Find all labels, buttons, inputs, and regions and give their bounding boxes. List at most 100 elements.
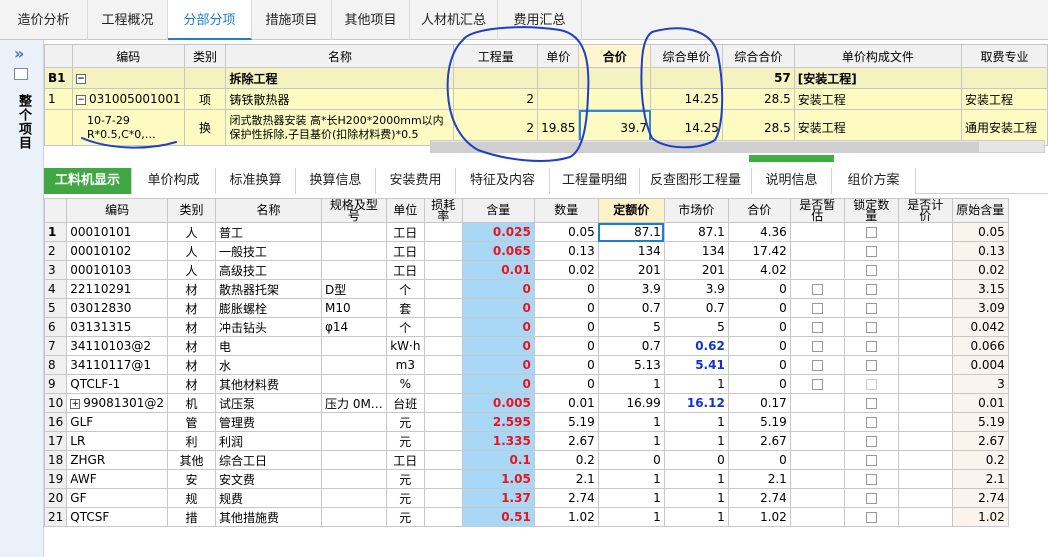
collapse-cell[interactable]: −: [71, 67, 185, 89]
table-row[interactable]: 5 03012830 材膨胀螺栓 M10 套 0 0 0.7 0.7 0 3.09: [43, 298, 1009, 318]
lock-qty-cell[interactable]: [843, 298, 899, 318]
pane-splitter[interactable]: [749, 155, 834, 162]
name-cell[interactable]: 一般技工: [215, 241, 322, 261]
provisional-cell[interactable]: [789, 412, 845, 432]
lock-qty-cell[interactable]: [843, 412, 899, 432]
tab-fee-summary[interactable]: 费用汇总: [498, 0, 582, 40]
checkbox[interactable]: [865, 360, 877, 371]
checkbox[interactable]: [865, 512, 877, 523]
tab-conversion-info[interactable]: 换算信息: [296, 168, 376, 194]
type-cell[interactable]: 换: [183, 109, 227, 146]
is-priced-cell[interactable]: [897, 298, 953, 318]
type-cell[interactable]: 材: [167, 317, 216, 337]
amount-cell[interactable]: 0: [533, 336, 599, 356]
code-cell[interactable]: LR: [66, 431, 168, 451]
spec-cell[interactable]: [321, 355, 387, 375]
lock-qty-cell[interactable]: [843, 336, 899, 356]
code-cell[interactable]: 03012830: [66, 298, 168, 318]
table-row[interactable]: 9 QTCLF-1 材其他材料费% 0 0 1 1 0 3: [43, 374, 1009, 394]
spec-cell[interactable]: [321, 412, 387, 432]
is-priced-cell[interactable]: [897, 222, 953, 242]
type-cell[interactable]: 机: [167, 393, 216, 413]
loss-rate-cell[interactable]: [423, 279, 463, 299]
loss-rate-cell[interactable]: [423, 393, 463, 413]
quota-price-cell[interactable]: 1: [597, 431, 665, 451]
unit-cell[interactable]: kW·h: [385, 336, 425, 356]
content-cell[interactable]: 0: [461, 374, 535, 394]
table-row[interactable]: 21 QTCSF 措其他措施费元 0.51 1.02 1 1 1.02 1.02: [43, 507, 1009, 527]
original-content-cell[interactable]: 3.09: [951, 298, 1009, 318]
spec-cell[interactable]: M10: [321, 298, 387, 318]
spec-cell[interactable]: [321, 222, 387, 242]
checkbox[interactable]: [865, 284, 877, 295]
checkbox[interactable]: [865, 303, 877, 314]
tab-description[interactable]: 说明信息: [752, 168, 832, 194]
table-row[interactable]: 3 00010103 人高级技工 工日 0.01 0.02 201 201 4.02 0.02: [43, 260, 1009, 280]
total-cell[interactable]: 0: [727, 298, 791, 318]
quota-price-cell[interactable]: 5.13: [597, 355, 665, 375]
tab-cost-analysis[interactable]: 造价分析: [0, 0, 88, 40]
market-price-cell[interactable]: 5.41: [663, 355, 729, 375]
type-cell[interactable]: 材: [167, 279, 216, 299]
quota-price-cell[interactable]: 1: [597, 412, 665, 432]
is-priced-cell[interactable]: [897, 412, 953, 432]
type-cell[interactable]: 人: [167, 241, 216, 261]
table-row[interactable]: 19 AWF 安安文费元 1.05 2.1 1 1 2.1 2.1: [43, 469, 1009, 489]
checkbox[interactable]: [865, 436, 877, 447]
quota-price-cell[interactable]: 1: [597, 374, 665, 394]
quota-price-cell[interactable]: 1: [597, 488, 665, 508]
table-row[interactable]: 17 LR 利利润元 1.335 2.67 1 1 2.67 2.67: [43, 431, 1009, 451]
name-cell[interactable]: 其他措施费: [215, 507, 322, 527]
name-cell[interactable]: 安文费: [215, 469, 322, 489]
market-price-cell[interactable]: 201: [663, 260, 729, 280]
content-cell[interactable]: 0.51: [461, 507, 535, 527]
provisional-cell[interactable]: [789, 260, 845, 280]
header-total[interactable]: 合价: [727, 198, 791, 223]
table-row[interactable]: 7 34110103@2 材电 kW·h 0 0 0.7 0.62 0 0.066: [43, 336, 1009, 356]
provisional-cell[interactable]: [789, 431, 845, 451]
lock-qty-cell[interactable]: [843, 260, 899, 280]
is-priced-cell[interactable]: [897, 507, 953, 527]
checkbox[interactable]: [865, 417, 877, 428]
amount-cell[interactable]: 0.01: [533, 393, 599, 413]
header-content[interactable]: 含量: [461, 198, 535, 223]
type-cell[interactable]: 利: [167, 431, 216, 451]
checkbox[interactable]: [811, 322, 823, 333]
quota-price-cell[interactable]: 1: [597, 469, 665, 489]
quota-price-cell[interactable]: 3.9: [597, 279, 665, 299]
total-cell[interactable]: 0.17: [727, 393, 791, 413]
header-price-file[interactable]: 单价构成文件: [793, 44, 962, 68]
original-content-cell[interactable]: 0.02: [951, 260, 1009, 280]
provisional-cell[interactable]: [789, 355, 845, 375]
loss-rate-cell[interactable]: [423, 488, 463, 508]
unit-cell[interactable]: 元: [385, 431, 425, 451]
header-unit-price[interactable]: 综合单价: [650, 44, 723, 68]
spec-cell[interactable]: 压力 0M…: [321, 393, 387, 413]
quota-price-cell[interactable]: 1: [597, 507, 665, 527]
total-cell[interactable]: [578, 88, 652, 110]
tab-labor-material-summary[interactable]: 人材机汇总: [410, 0, 498, 40]
code-cell[interactable]: QTCSF: [66, 507, 168, 527]
provisional-cell[interactable]: [789, 222, 845, 242]
table-row[interactable]: 4 22110291 材散热器托架 D型个 0 0 3.9 3.9 0 3.15: [43, 279, 1009, 299]
header-quantity[interactable]: 工程量: [453, 44, 539, 68]
unit-cell[interactable]: 工日: [385, 241, 425, 261]
market-price-cell[interactable]: 134: [663, 241, 729, 261]
header-unit[interactable]: 单位: [385, 198, 425, 223]
header-loss-rate[interactable]: 损耗率: [423, 198, 463, 223]
code-cell[interactable]: 10-7-29 R*0.5,C*0,…: [71, 109, 185, 146]
total-cell[interactable]: 0: [727, 317, 791, 337]
provisional-cell[interactable]: [789, 298, 845, 318]
name-cell[interactable]: 铸铁散热器: [225, 88, 455, 110]
name-cell[interactable]: 膨胀螺栓: [215, 298, 322, 318]
loss-rate-cell[interactable]: [423, 507, 463, 527]
original-content-cell[interactable]: 0.066: [951, 336, 1009, 356]
quota-price-cell[interactable]: 134: [597, 241, 665, 261]
amount-cell[interactable]: 2.1: [533, 469, 599, 489]
unit-cell[interactable]: 个: [385, 279, 425, 299]
checkbox[interactable]: [865, 474, 877, 485]
unit-cell[interactable]: m3: [385, 355, 425, 375]
loss-rate-cell[interactable]: [423, 431, 463, 451]
table-row[interactable]: 18 ZHGR 其他 综合工日 工日 0.1 0.2 0 0 0 0.2: [43, 450, 1009, 470]
spec-cell[interactable]: [321, 488, 387, 508]
